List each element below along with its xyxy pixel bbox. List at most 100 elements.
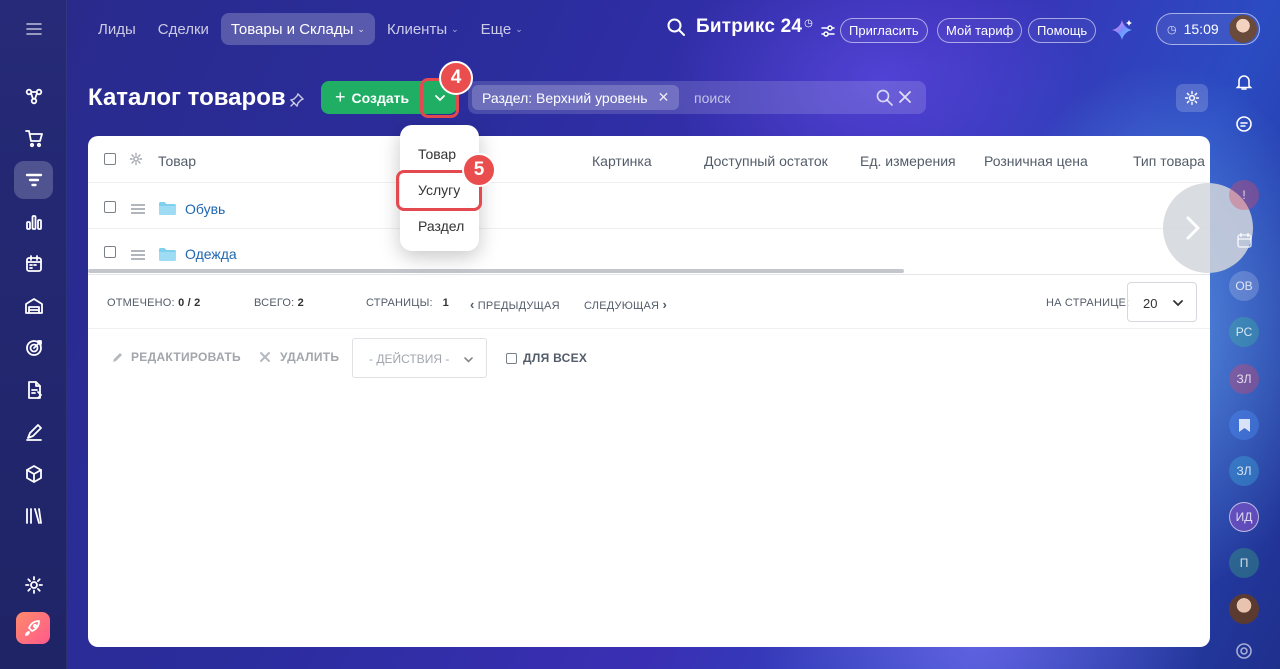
target-icon[interactable]	[14, 329, 53, 367]
column-header-available-stock[interactable]: Доступный остаток	[704, 153, 828, 169]
documents-icon[interactable]	[14, 371, 53, 409]
hamburger-icon[interactable]	[14, 10, 53, 48]
settings-icon[interactable]	[14, 566, 53, 604]
chart-icon[interactable]	[14, 203, 53, 241]
nav-item-label: Сделки	[157, 20, 209, 38]
nav-item-label: Лиды	[98, 20, 136, 38]
rocket-icon[interactable]	[16, 612, 50, 644]
left-sidebar	[0, 0, 67, 669]
pin-icon[interactable]	[290, 93, 304, 107]
footer-label: СТРАНИЦЫ:	[366, 297, 433, 309]
alert-icon[interactable]: !	[1229, 180, 1259, 210]
filter-chip[interactable]: Раздел: Верхний уровень ✕	[472, 85, 680, 110]
per-page-value: 20	[1143, 296, 1158, 311]
brand-logo[interactable]: Битрикс 24	[696, 16, 802, 38]
sliders-icon[interactable]	[820, 23, 836, 39]
warehouse-icon[interactable]	[14, 287, 53, 325]
invite-button[interactable]: Пригласить	[840, 18, 928, 43]
footer-value: 2	[297, 297, 304, 309]
close-icon[interactable]	[898, 90, 912, 104]
plus-icon: +	[335, 87, 346, 107]
chevron-down-icon	[1173, 300, 1183, 307]
time-widget[interactable]: ◷ 15:09	[1156, 13, 1260, 45]
calendar-task-icon[interactable]	[14, 245, 53, 283]
nav-item-leads[interactable]: Лиды	[88, 13, 146, 45]
horizontal-scrollbar[interactable]	[88, 269, 904, 273]
catalog-filter-icon[interactable]	[14, 161, 53, 199]
nav-item-label: Еще	[480, 20, 512, 38]
row-checkbox[interactable]	[104, 246, 116, 258]
user-avatar[interactable]: ОВ	[1229, 271, 1259, 301]
delete-button[interactable]: УДАЛИТЬ	[259, 350, 339, 364]
filter-search-bar[interactable]: Раздел: Верхний уровень ✕	[468, 81, 926, 114]
divider	[88, 228, 1210, 229]
library-icon[interactable]	[14, 497, 53, 535]
page-settings-button[interactable]	[1176, 84, 1208, 112]
pages-count: СТРАНИЦЫ: 1	[366, 297, 449, 309]
user-avatar[interactable]: П	[1229, 548, 1259, 578]
user-avatar[interactable]	[1229, 594, 1259, 624]
for-all-checkbox[interactable]: ДЛЯ ВСЕХ	[506, 351, 587, 365]
search-icon[interactable]	[666, 17, 686, 37]
crm-icon[interactable]	[14, 77, 53, 115]
row-link-clothes[interactable]: Одежда	[185, 246, 237, 262]
widget-icon[interactable]	[1229, 636, 1259, 666]
footer-value: 0 / 2	[178, 297, 201, 309]
drag-handle-icon[interactable]	[131, 204, 145, 214]
search-icon[interactable]	[876, 89, 893, 106]
help-button[interactable]: Помощь	[1028, 18, 1097, 43]
for-all-label: ДЛЯ ВСЕХ	[523, 351, 588, 365]
chevron-down-icon	[464, 357, 473, 363]
user-avatar[interactable]: ЗЛ	[1229, 456, 1259, 486]
select-all-checkbox[interactable]	[104, 153, 116, 165]
edit-button[interactable]: РЕДАКТИРОВАТЬ	[112, 350, 241, 364]
brand-area: Битрикс 24 ◷	[666, 16, 813, 38]
my-tariff-button[interactable]: Мой тариф	[937, 18, 1023, 43]
row-checkbox[interactable]	[104, 201, 116, 213]
nav-item-label: Клиенты	[386, 20, 448, 38]
per-page-select[interactable]: 20	[1127, 282, 1197, 322]
column-header-product[interactable]: Товар	[158, 153, 196, 169]
user-avatar[interactable]: ИД	[1229, 502, 1259, 532]
checkbox[interactable]	[506, 352, 517, 364]
close-icon	[260, 352, 270, 362]
sign-icon[interactable]	[14, 413, 53, 451]
calendar-icon[interactable]	[1229, 225, 1259, 255]
prev-page-link[interactable]: ‹ ПРЕДЫДУЩАЯ	[470, 297, 560, 312]
total-count: ВСЕГО: 2	[254, 297, 304, 309]
nav-item-more[interactable]: Еще ⌄	[471, 13, 533, 45]
clock-icon: ◷	[1167, 23, 1177, 36]
create-button[interactable]: + Создать	[321, 81, 421, 114]
chevron-down-icon: ⌄	[515, 23, 523, 34]
column-header-retail-price[interactable]: Розничная цена	[984, 153, 1088, 169]
user-avatar[interactable]	[1229, 15, 1257, 43]
nav-item-clients[interactable]: Клиенты ⌄	[377, 13, 469, 45]
nav-item-deals[interactable]: Сделки	[148, 13, 219, 45]
bell-icon[interactable]	[1229, 67, 1259, 97]
drag-handle-icon[interactable]	[131, 250, 145, 260]
user-avatar[interactable]: ЗЛ	[1229, 364, 1259, 394]
box-icon[interactable]	[14, 455, 53, 493]
user-avatar[interactable]: РС	[1229, 317, 1259, 347]
column-header-picture[interactable]: Картинка	[592, 153, 652, 169]
chevron-left-icon: ‹	[470, 297, 475, 312]
menu-item-product[interactable]: Товар	[418, 146, 456, 162]
search-input[interactable]	[684, 81, 874, 114]
next-page-link[interactable]: СЛЕДУЮЩАЯ ›	[584, 297, 667, 312]
next-label: СЛЕДУЮЩАЯ	[584, 300, 660, 312]
chevron-down-icon: ⌄	[451, 23, 459, 34]
column-header-unit[interactable]: Ед. измерения	[860, 153, 956, 169]
nav-item-products-warehouses[interactable]: Товары и Склады ⌄	[220, 13, 375, 45]
ai-sparkle-icon[interactable]	[1110, 18, 1134, 42]
menu-item-section[interactable]: Раздел	[418, 218, 464, 234]
bookmark-icon[interactable]	[1229, 410, 1259, 440]
chat-icon[interactable]	[1229, 109, 1259, 139]
marked-count: ОТМЕЧЕНО: 0 / 2	[107, 297, 200, 309]
actions-select[interactable]: - ДЕЙСТВИЯ -	[352, 338, 487, 378]
row-link-shoes[interactable]: Обувь	[185, 201, 225, 217]
column-header-product-type[interactable]: Тип товара	[1133, 153, 1205, 169]
gear-icon[interactable]	[129, 152, 143, 166]
cart-icon[interactable]	[14, 119, 53, 157]
close-icon[interactable]: ✕	[658, 89, 670, 106]
edit-label: РЕДАКТИРОВАТЬ	[131, 350, 241, 364]
